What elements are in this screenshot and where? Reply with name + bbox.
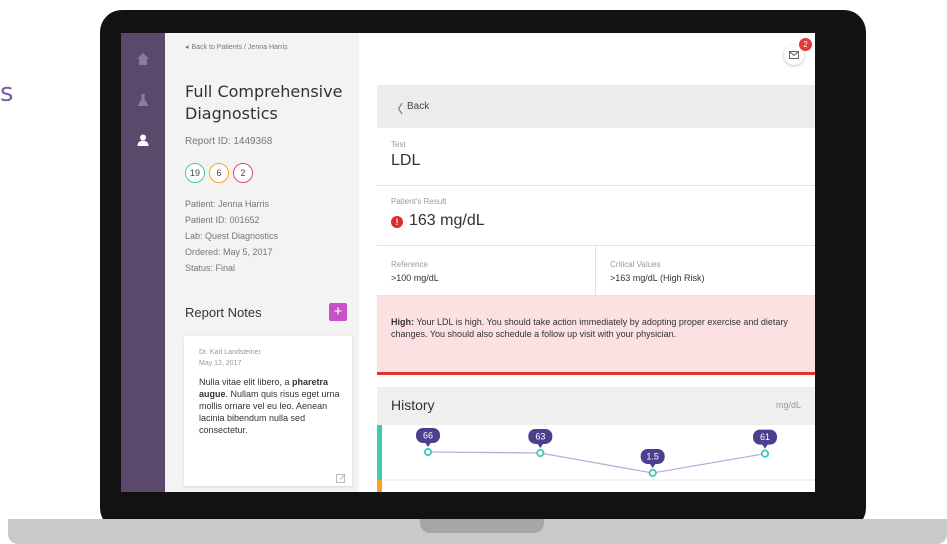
ordered-date: Ordered: May 5, 2017 (185, 247, 273, 257)
reference-label: Reference (391, 260, 428, 269)
report-status: Status: Final (185, 263, 236, 273)
result-value: 163 mg/dL (409, 212, 485, 229)
result-count-badges: 19 6 2 (185, 163, 253, 183)
test-value: LDL (391, 152, 421, 169)
history-header: History mg/dL (377, 387, 815, 425)
patient-id: Patient ID: 001652 (185, 215, 260, 225)
back-label: Back (407, 101, 430, 112)
test-row: Test LDL (377, 128, 815, 186)
history-chart-svg: 66 63 1.5 61 (377, 425, 815, 492)
critical-cell: Critical Values >163 mg/dL (High Risk) (596, 246, 815, 296)
home-icon[interactable] (135, 51, 151, 67)
page-title: Full Comprehensive Diagnostics (185, 82, 343, 123)
laptop-notch (420, 519, 544, 533)
badge-warning-count[interactable]: 6 (209, 163, 229, 183)
lab-name: Lab: Quest Diagnostics (185, 231, 279, 241)
patient-name: Patient: Jenna Harris (185, 199, 270, 209)
data-point-marker[interactable] (760, 449, 770, 458)
alert-icon: ! (391, 216, 403, 228)
patient-meta: Patient: Jenna Harris Patient ID: 001652… (185, 196, 278, 276)
badge-critical-count[interactable]: 2 (233, 163, 253, 183)
background-text-fragment: s (0, 78, 14, 108)
data-label-pointer (537, 443, 544, 448)
flask-icon[interactable] (135, 92, 151, 108)
chevron-left-icon: 〈 (391, 102, 404, 116)
critical-label: Critical Values (610, 260, 661, 269)
mail-count-badge: 2 (799, 38, 812, 51)
breadcrumb[interactable]: ◂ Back to Patients / Jenna Harris (185, 43, 288, 51)
add-note-button[interactable]: + (329, 303, 347, 321)
data-label: 1.5 (646, 452, 659, 462)
data-label-pointer (649, 463, 656, 468)
chart-range-strip-warning (377, 480, 382, 492)
history-series-line (427, 451, 766, 474)
test-detail-panel: 2 〈 Back Test LDL Patient's Result ! 163… (359, 33, 815, 492)
data-label: 66 (423, 431, 433, 441)
history-data-point[interactable]: 61 (753, 429, 777, 458)
sidebar-nav (121, 33, 165, 492)
data-point-marker[interactable] (648, 468, 657, 478)
data-label-pointer (762, 444, 768, 449)
data-label: 61 (760, 432, 770, 442)
app-screen: ◂ Back to Patients / Jenna Harris Full Co… (121, 33, 815, 492)
history-data-point[interactable]: 63 (528, 428, 553, 458)
reference-row: Reference >100 mg/dL Critical Values >16… (377, 246, 815, 296)
data-label: 63 (535, 431, 545, 441)
notes-heading: Report Notes (185, 305, 262, 320)
history-title: History (391, 397, 435, 413)
test-detail-card: 〈 Back Test LDL Patient's Result ! 163 m… (377, 85, 815, 492)
critical-value: >163 mg/dL (High Risk) (610, 273, 705, 283)
reference-value: >100 mg/dL (391, 273, 439, 283)
report-id: Report ID: 1449368 (185, 136, 273, 147)
data-point-marker[interactable] (536, 448, 545, 458)
back-button[interactable]: 〈 Back (377, 85, 815, 128)
alert-text: High: Your LDL is high. You should take … (391, 316, 796, 340)
breadcrumb-text: Back to Patients / Jenna Harris (191, 44, 288, 51)
alert-level: High: (391, 317, 414, 327)
note-author: Dr. Karl Landsteiner (199, 349, 261, 356)
result-row: Patient's Result ! 163 mg/dL (377, 186, 815, 246)
history-unit: mg/dL (775, 400, 801, 410)
history-data-point[interactable]: 66 (416, 428, 440, 457)
alert-body: Your LDL is high. You should take action… (391, 317, 788, 339)
test-label: Test (391, 140, 406, 149)
back-arrow-icon: ◂ (185, 44, 189, 51)
note-date: May 12, 2017 (199, 360, 242, 367)
alert-message: High: Your LDL is high. You should take … (377, 296, 815, 375)
reference-cell: Reference >100 mg/dL (377, 246, 596, 296)
badge-normal-count[interactable]: 19 (185, 163, 205, 183)
user-icon[interactable] (135, 132, 151, 148)
history-chart: 66 63 1.5 61 (377, 425, 815, 492)
report-summary-panel: ◂ Back to Patients / Jenna Harris Full Co… (165, 33, 359, 492)
mail-icon (789, 51, 799, 59)
note-body-start: Nulla vitae elit libero, a (199, 377, 293, 387)
note-body: Nulla vitae elit libero, a pharetra augu… (199, 376, 344, 436)
chart-range-strip-normal (377, 425, 382, 480)
data-point-marker[interactable] (423, 447, 433, 457)
note-card[interactable]: Dr. Karl Landsteiner May 12, 2017 Nulla … (184, 336, 352, 486)
result-label: Patient's Result (391, 197, 447, 206)
data-label-pointer (425, 442, 431, 447)
edit-note-icon[interactable] (336, 470, 346, 483)
